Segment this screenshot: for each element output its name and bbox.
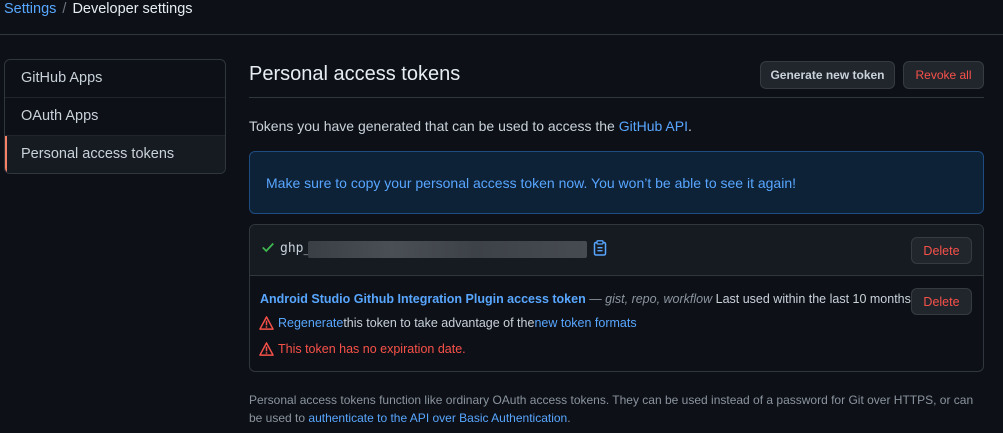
delete-new-token-button[interactable]: Delete [911, 237, 972, 264]
sidebar-item-oauth-apps[interactable]: OAuth Apps [5, 97, 225, 135]
revoke-all-button[interactable]: Revoke all [903, 61, 984, 89]
check-icon [262, 242, 274, 253]
sidebar-item-github-apps[interactable]: GitHub Apps [5, 60, 225, 97]
header-divider [0, 34, 1003, 35]
breadcrumb-settings-link[interactable]: Settings [4, 1, 56, 17]
copy-token-message: Make sure to copy your personal access t… [266, 174, 796, 191]
new-token-row: ghp_ Delete [250, 225, 983, 276]
regenerate-warning: Regenerate this token to take advantage … [259, 316, 637, 330]
regenerate-text: this token to take advantage of the [343, 316, 535, 330]
intro-text: Tokens you have generated that can be us… [249, 118, 692, 134]
github-api-link[interactable]: GitHub API [619, 118, 688, 134]
generate-new-token-button[interactable]: Generate new token [760, 61, 895, 89]
clipboard-copy-icon[interactable] [593, 240, 607, 256]
breadcrumb-separator: / [62, 1, 67, 17]
breadcrumb-current: Developer settings [72, 1, 193, 17]
token-dash: — [585, 292, 606, 306]
intro-label: Tokens you have generated that can be us… [249, 118, 619, 134]
delete-token-button[interactable]: Delete [911, 288, 972, 315]
footnote-suffix: . [567, 411, 571, 425]
breadcrumb: Settings / Developer settings [4, 0, 193, 18]
token-prefix: ghp_ [280, 241, 312, 256]
page-title: Personal access tokens [249, 63, 461, 85]
regenerate-link[interactable]: Regenerate [278, 316, 343, 330]
footnote: Personal access tokens function like ord… [249, 391, 989, 427]
expiry-warning-text: This token has no expiration date. [278, 342, 466, 356]
copy-token-notice: Make sure to copy your personal access t… [249, 151, 984, 214]
token-last-used: Last used within the last 10 months [712, 292, 911, 306]
redacted-token-value[interactable] [308, 241, 587, 258]
basic-auth-link[interactable]: authenticate to the API over Basic Authe… [308, 411, 567, 425]
title-divider [249, 97, 984, 98]
token-name-link[interactable]: Android Studio Github Integration Plugin… [260, 292, 586, 306]
intro-suffix: . [687, 118, 692, 134]
sidebar-nav: GitHub Apps OAuth Apps Personal access t… [4, 59, 226, 174]
expiry-warning: This token has no expiration date. [259, 342, 466, 356]
sidebar-item-personal-access-tokens[interactable]: Personal access tokens [5, 135, 225, 173]
alert-icon [259, 342, 274, 356]
new-token-formats-link[interactable]: new token formats [534, 316, 636, 330]
token-scopes: gist, repo, workflow [605, 292, 713, 306]
alert-icon [259, 316, 274, 330]
token-description: Android Studio Github Integration Plugin… [260, 292, 911, 306]
